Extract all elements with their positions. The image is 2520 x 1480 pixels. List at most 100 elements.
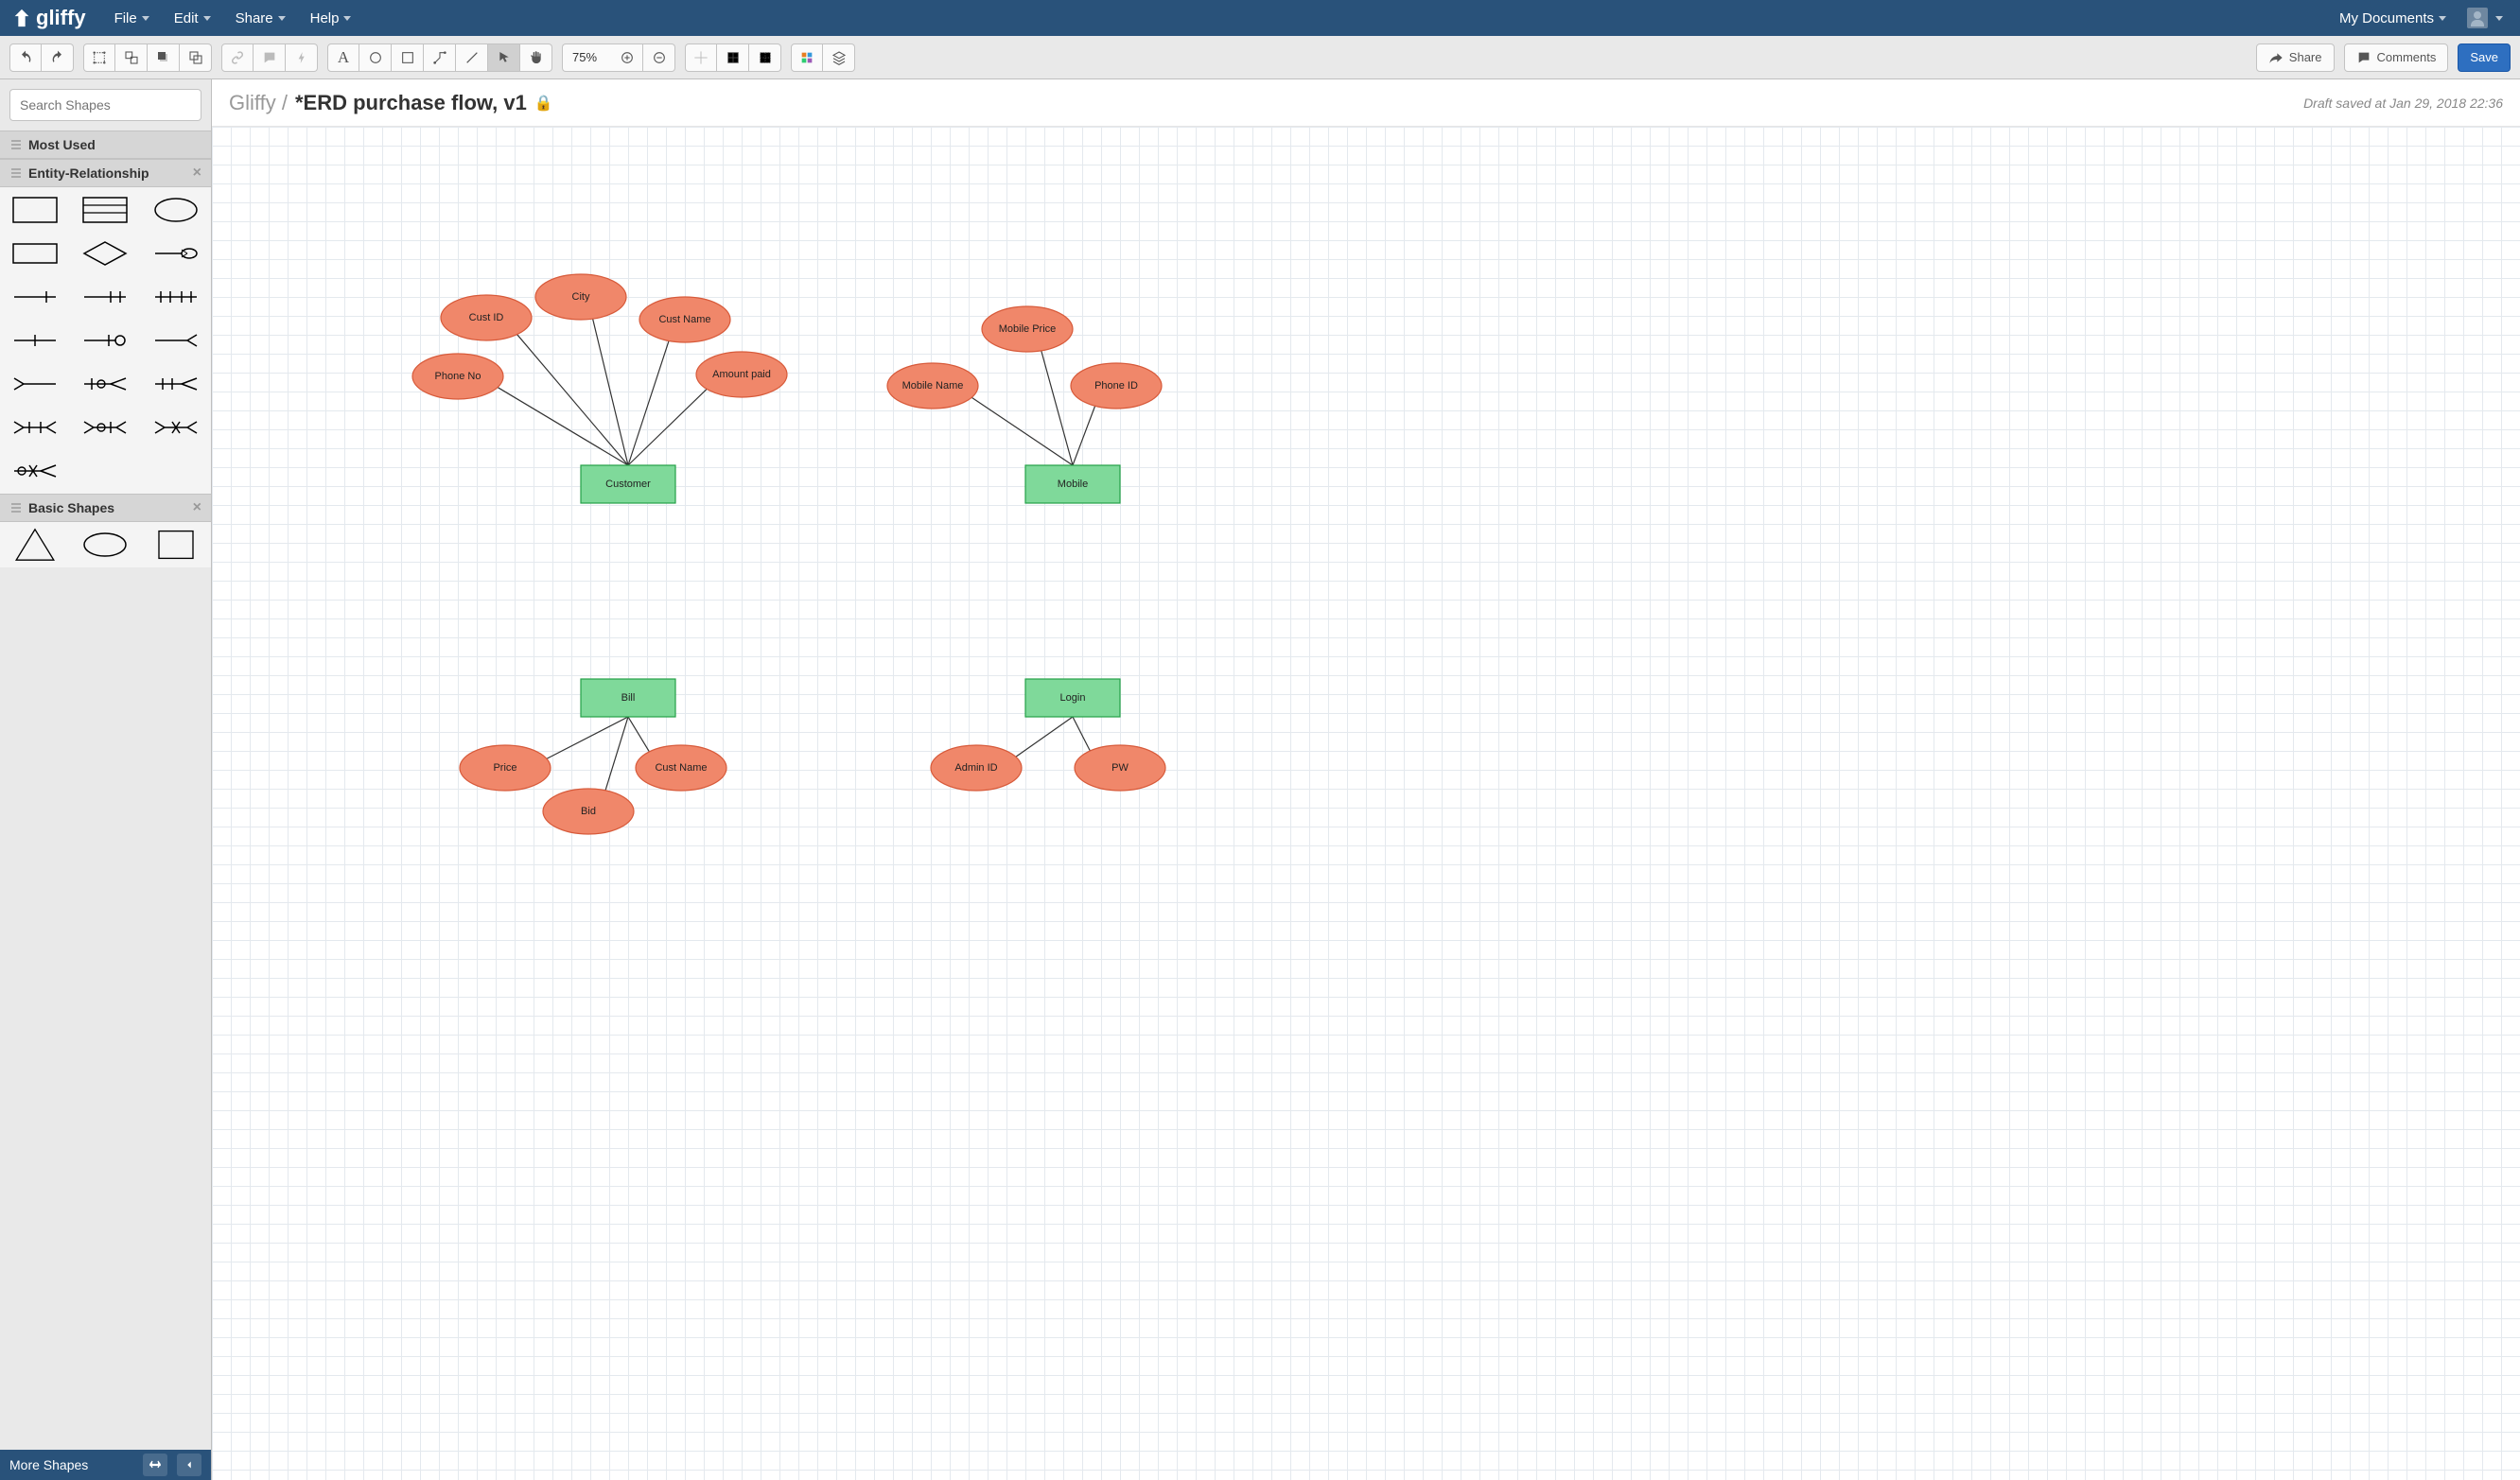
menu-edit-label: Edit bbox=[174, 10, 199, 26]
erd-entity-label: Mobile bbox=[1058, 479, 1088, 490]
line-tool-button[interactable] bbox=[456, 44, 488, 72]
erd-edge[interactable] bbox=[628, 717, 650, 753]
chevron-down-icon bbox=[142, 16, 149, 21]
shape-one-many[interactable] bbox=[82, 284, 128, 310]
arrow-logo-icon bbox=[11, 8, 32, 28]
ellipse-tool-button[interactable] bbox=[359, 44, 392, 72]
snap-button[interactable] bbox=[685, 44, 717, 72]
category-entity-relationship[interactable]: Entity-Relationship × bbox=[0, 159, 211, 187]
shape-relationship[interactable] bbox=[82, 240, 128, 267]
menu-edit[interactable]: Edit bbox=[174, 10, 211, 26]
cursor-icon bbox=[497, 50, 512, 65]
pointer-tool-button[interactable] bbox=[488, 44, 520, 72]
erd-edge[interactable] bbox=[628, 388, 708, 465]
shape-triangle[interactable] bbox=[12, 531, 58, 558]
erd-edge[interactable] bbox=[605, 717, 628, 792]
zoom-in-button[interactable] bbox=[611, 44, 643, 72]
more-shapes-link[interactable]: More Shapes bbox=[9, 1457, 88, 1472]
user-menu[interactable] bbox=[2461, 5, 2509, 31]
shape-one-one[interactable] bbox=[12, 284, 58, 310]
shape-crow-both[interactable] bbox=[12, 414, 58, 441]
grip-icon bbox=[11, 140, 21, 149]
pan-tool-button[interactable] bbox=[520, 44, 552, 72]
erd-edge[interactable] bbox=[516, 333, 628, 465]
shape-crow-one-one[interactable] bbox=[153, 371, 199, 397]
erd-attribute-label: Phone ID bbox=[1094, 380, 1138, 392]
erd-edge[interactable] bbox=[1041, 350, 1073, 465]
text-tool-button[interactable]: A bbox=[327, 44, 359, 72]
select-bounds-icon bbox=[92, 50, 107, 65]
document-title[interactable]: *ERD purchase flow, v1 bbox=[295, 91, 527, 115]
erd-edge[interactable] bbox=[1073, 717, 1091, 752]
menu-file[interactable]: File bbox=[114, 10, 149, 26]
erd-edge[interactable] bbox=[496, 387, 628, 465]
shape-rel-one[interactable] bbox=[12, 327, 58, 354]
erd-edge[interactable] bbox=[592, 318, 628, 465]
rect-tool-button[interactable] bbox=[392, 44, 424, 72]
line-icon bbox=[464, 50, 480, 65]
app-logo[interactable]: gliffy bbox=[11, 6, 86, 30]
erd-edge[interactable] bbox=[971, 396, 1073, 465]
erd-attribute-label: Mobile Price bbox=[999, 323, 1057, 335]
shape-entity-titled[interactable] bbox=[82, 197, 128, 223]
shape-rel-zero-one[interactable] bbox=[82, 327, 128, 354]
grid-button[interactable] bbox=[717, 44, 749, 72]
save-button[interactable]: Save bbox=[2458, 44, 2511, 72]
menu-help[interactable]: Help bbox=[310, 10, 352, 26]
sidebar-collapse-button[interactable] bbox=[177, 1454, 201, 1476]
breadcrumb[interactable]: Gliffy / bbox=[229, 91, 288, 115]
undo-button[interactable] bbox=[9, 44, 42, 72]
save-label: Save bbox=[2470, 50, 2498, 64]
close-icon[interactable]: × bbox=[193, 165, 201, 182]
comments-button[interactable]: Comments bbox=[2344, 44, 2449, 72]
document-header: Gliffy / *ERD purchase flow, v1 🔒 Draft … bbox=[212, 79, 2520, 127]
zoom-out-button[interactable] bbox=[643, 44, 675, 72]
zoom-level-select[interactable]: 75% bbox=[562, 44, 611, 72]
share-label: Share bbox=[2289, 50, 2322, 64]
popup-button[interactable] bbox=[286, 44, 318, 72]
shape-crow-zero-one[interactable] bbox=[82, 371, 128, 397]
erd-edge[interactable] bbox=[1014, 717, 1073, 757]
close-icon[interactable]: × bbox=[193, 499, 201, 516]
erd-edge[interactable] bbox=[628, 340, 669, 465]
shape-many-many[interactable] bbox=[153, 284, 199, 310]
category-basic-shapes[interactable]: Basic Shapes × bbox=[0, 494, 211, 522]
ungroup-button[interactable] bbox=[148, 44, 180, 72]
search-shapes-input[interactable] bbox=[18, 96, 193, 113]
arrange-button[interactable] bbox=[180, 44, 212, 72]
menu-share[interactable]: Share bbox=[236, 10, 286, 26]
guides-button[interactable] bbox=[749, 44, 781, 72]
shape-attribute[interactable] bbox=[153, 197, 199, 223]
diagram-canvas[interactable]: CustomerMobileBillLoginPhone NoCust IDCi… bbox=[212, 127, 2520, 1480]
shape-weak-entity[interactable] bbox=[12, 240, 58, 267]
shape-multivalued[interactable] bbox=[153, 240, 199, 267]
theme-button[interactable] bbox=[791, 44, 823, 72]
comment-shape-button[interactable] bbox=[254, 44, 286, 72]
chevron-down-icon bbox=[278, 16, 286, 21]
edit-shape-button[interactable] bbox=[83, 44, 115, 72]
shape-crow-cross[interactable] bbox=[153, 414, 199, 441]
my-documents-link[interactable]: My Documents bbox=[2339, 10, 2446, 26]
menu-share-label: Share bbox=[236, 10, 273, 26]
connector-tool-button[interactable] bbox=[424, 44, 456, 72]
shape-crow-zero-both[interactable] bbox=[82, 414, 128, 441]
shape-rel-many[interactable] bbox=[153, 327, 199, 354]
redo-button[interactable] bbox=[42, 44, 74, 72]
link-button[interactable] bbox=[221, 44, 254, 72]
shape-entity[interactable] bbox=[12, 197, 58, 223]
erd-entity-label: Customer bbox=[605, 479, 651, 490]
share-button[interactable]: Share bbox=[2256, 44, 2335, 72]
menubar: gliffy File Edit Share Help My Documents bbox=[0, 0, 2520, 36]
category-most-used[interactable]: Most Used bbox=[0, 131, 211, 159]
sidebar-toggle-width-button[interactable] bbox=[143, 1454, 167, 1476]
erd-edge[interactable] bbox=[1073, 405, 1095, 465]
erd-edge[interactable] bbox=[545, 717, 628, 759]
zoom-out-icon bbox=[652, 50, 667, 65]
shape-ellipse[interactable] bbox=[82, 531, 128, 558]
shape-crow-zero-cross[interactable] bbox=[12, 458, 58, 484]
group-button[interactable] bbox=[115, 44, 148, 72]
erd-attribute-label: Cust Name bbox=[658, 314, 710, 325]
shape-rectangle[interactable] bbox=[153, 531, 199, 558]
layers-button[interactable] bbox=[823, 44, 855, 72]
shape-crow-l[interactable] bbox=[12, 371, 58, 397]
